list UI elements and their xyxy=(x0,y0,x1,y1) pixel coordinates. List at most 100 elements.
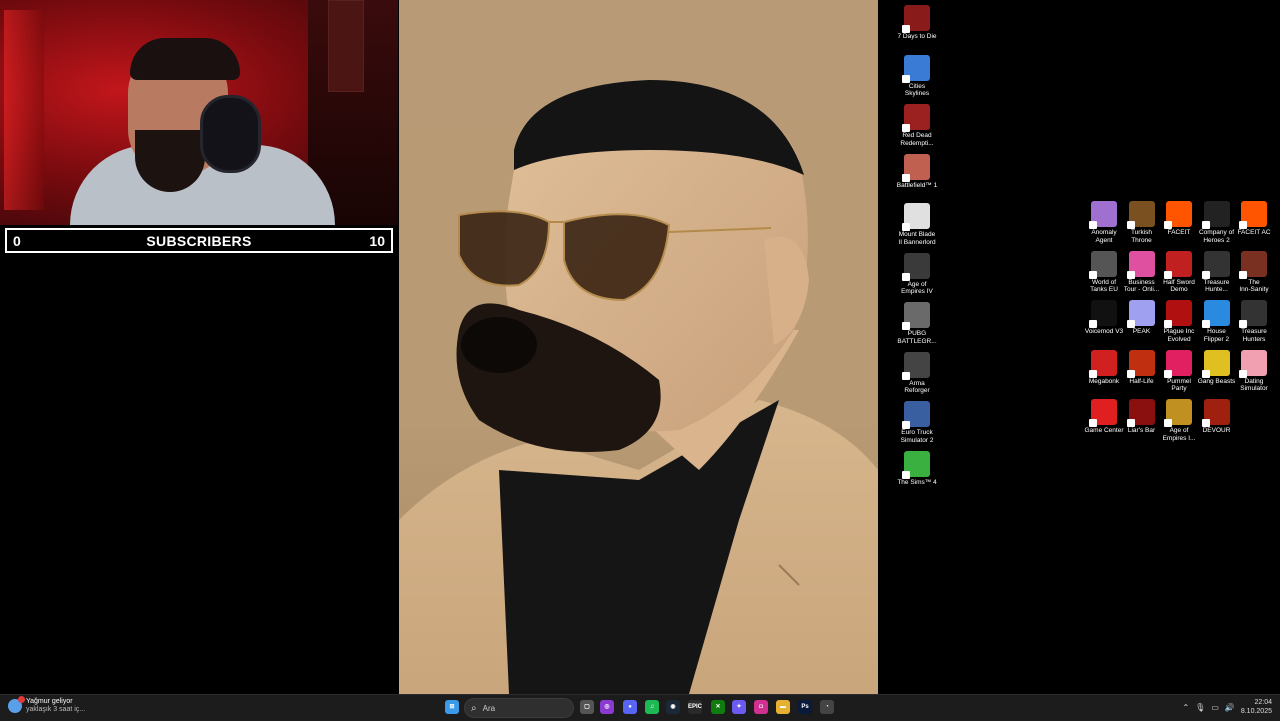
house-flipper-icon xyxy=(1201,300,1230,328)
shortcut-arrow-icon xyxy=(1126,369,1135,378)
desktop-shortcut[interactable]: Cities Skylines xyxy=(894,54,940,98)
clock[interactable]: 22:04 8.10.2025 xyxy=(1241,698,1272,716)
desktop-shortcut[interactable]: FACEIT AC xyxy=(1231,201,1277,237)
subscriber-goal: 10 xyxy=(369,232,385,249)
shortcut-arrow-icon xyxy=(902,223,910,231)
desktop-shortcut[interactable]: Red Dead Redempti... xyxy=(894,104,940,147)
epic-games-icon[interactable]: EPIC xyxy=(688,700,702,714)
chrome-icon[interactable]: ◔ xyxy=(820,700,834,714)
turkish-throne-icon xyxy=(1126,201,1155,229)
photoshop-icon[interactable]: Ps xyxy=(798,700,812,714)
shortcut-arrow-icon xyxy=(1164,221,1172,229)
spotify-icon[interactable]: ♫ xyxy=(645,700,659,714)
shortcut-arrow-icon xyxy=(1239,369,1247,378)
desktop-shortcut[interactable]: The Sims™ 4 xyxy=(894,450,940,487)
desktop-shortcut-label: The Inn-Sanity xyxy=(1239,278,1269,294)
search-icon: ⌕ xyxy=(471,702,477,714)
weather-subtitle: yaklaşık 3 saat iç... xyxy=(26,706,86,713)
shortcut-arrow-icon xyxy=(1239,221,1247,229)
microphone-icon[interactable]: 🎙 xyxy=(1195,703,1205,712)
clock-time: 22:04 xyxy=(1254,699,1272,706)
volume-icon[interactable]: 🔊 xyxy=(1225,703,1235,712)
shortcut-arrow-icon xyxy=(902,272,910,281)
shortcut-arrow-icon xyxy=(1239,270,1247,279)
shortcut-arrow-icon xyxy=(1126,270,1135,279)
instagram-icon[interactable]: ◘ xyxy=(754,700,768,714)
webcam-feed xyxy=(0,0,398,225)
steam-icon[interactable]: ◉ xyxy=(666,700,680,714)
desktop-shortcut[interactable]: 7 Days to Die xyxy=(894,5,940,41)
shortcut-arrow-icon xyxy=(1201,419,1210,427)
desktop-shortcut[interactable]: Battlefield™ 1 xyxy=(894,153,940,190)
ets2-icon xyxy=(902,401,930,429)
headset xyxy=(200,95,261,173)
shortcut-arrow-icon xyxy=(1089,270,1097,279)
plague-inc-icon xyxy=(1164,300,1192,328)
gang-beasts-icon xyxy=(1201,349,1230,378)
half-sword-icon xyxy=(1164,250,1192,279)
shortcut-arrow-icon xyxy=(1164,320,1172,328)
file-explorer-icon[interactable]: ▬ xyxy=(776,700,790,714)
discord-icon[interactable]: ● xyxy=(623,700,637,714)
shortcut-arrow-icon xyxy=(902,421,910,429)
desktop-shortcut[interactable]: The Inn-Sanity xyxy=(1231,250,1277,294)
7dtd-icon xyxy=(902,5,930,33)
desktop-shortcut[interactable]: PUBG BATTLEGR... xyxy=(894,302,940,345)
weather-icon xyxy=(8,696,25,713)
desktop-shortcut-label: DEVOUR xyxy=(1202,427,1231,434)
shortcut-arrow-icon xyxy=(1164,419,1172,427)
desktop-shortcut[interactable]: Age of Empires IV xyxy=(894,252,940,296)
streamer-hair xyxy=(130,38,240,80)
red-dead-icon xyxy=(902,104,930,132)
arma-icon xyxy=(902,351,930,380)
treasure-hunter-icon xyxy=(1201,250,1230,279)
faceit-ac-icon xyxy=(1239,201,1267,229)
sims4-icon xyxy=(902,450,930,479)
task-view-icon[interactable]: ▢ xyxy=(580,700,594,714)
faceit-icon xyxy=(1164,201,1192,229)
desktop-shortcut[interactable]: Euro Truck Simulator 2 xyxy=(894,401,940,444)
desktop-shortcut-label: Arma Reforger xyxy=(904,379,930,395)
shortcut-arrow-icon xyxy=(902,371,910,380)
desktop-shortcut[interactable]: Arma Reforger xyxy=(894,351,940,395)
taskbar: Yağmur geliyor yaklaşık 3 saat iç... ⊞ ▢ ◎… xyxy=(0,694,1280,721)
shortcut-arrow-icon xyxy=(1089,419,1097,427)
twitch-icon[interactable]: ◎ xyxy=(600,700,614,714)
shortcut-arrow-icon xyxy=(1126,320,1135,328)
shortcut-arrow-icon xyxy=(902,470,910,479)
battlefield-icon xyxy=(902,153,930,182)
megabonk-icon xyxy=(1089,349,1117,378)
subscriber-label: SUBSCRIBERS xyxy=(146,232,252,249)
desktop-shortcut[interactable]: DEVOUR xyxy=(1194,399,1240,435)
search-box[interactable]: ⌕ Ara xyxy=(464,698,574,718)
desktop-shortcut[interactable]: Treasure Hunters xyxy=(1231,300,1277,343)
aoe-icon xyxy=(1164,399,1192,427)
shortcut-arrow-icon xyxy=(1164,270,1172,279)
devour-icon xyxy=(1201,399,1230,427)
weather-title: Yağmur geliyor xyxy=(26,698,73,705)
desktop-shortcut[interactable]: Mount Blade II Bannerlord xyxy=(894,203,940,246)
shortcut-arrow-icon xyxy=(1126,419,1135,427)
windows-start-icon[interactable]: ⊞ xyxy=(445,700,459,714)
pubg-icon xyxy=(902,302,930,330)
desktop-shortcut-label: Dating Simulator xyxy=(1240,377,1268,393)
shortcut-arrow-icon xyxy=(1201,270,1210,279)
shortcut-arrow-icon xyxy=(1126,221,1135,229)
wot-icon xyxy=(1089,250,1117,279)
copilot-icon[interactable]: ✦ xyxy=(732,700,746,714)
anomaly-agent-icon xyxy=(1089,201,1117,229)
desktop-shortcut-label: Mount Blade II Bannerlord xyxy=(898,231,936,246)
dog-in-suit-image xyxy=(399,0,878,694)
subscriber-goal-bar: 0 SUBSCRIBERS 10 xyxy=(5,228,393,253)
clock-date: 8.10.2025 xyxy=(1240,708,1272,715)
shortcut-arrow-icon xyxy=(902,124,910,132)
desktop-shortcut[interactable]: Dating Simulator xyxy=(1231,349,1277,393)
xbox-icon[interactable]: ✕ xyxy=(711,700,725,714)
system-tray: ⌃ 🎙 ▭ 🔊 22:04 8.10.2025 xyxy=(1182,698,1272,716)
monitor-icon[interactable]: ▭ xyxy=(1211,703,1219,712)
desktop-shortcut-label: Euro Truck Simulator 2 xyxy=(900,429,934,444)
chevron-up-icon[interactable]: ⌃ xyxy=(1182,703,1189,712)
dog-illustration xyxy=(399,80,878,694)
search-placeholder: Ara xyxy=(482,703,496,713)
weather-widget[interactable]: Yağmur geliyor yaklaşık 3 saat iç... xyxy=(8,696,86,714)
